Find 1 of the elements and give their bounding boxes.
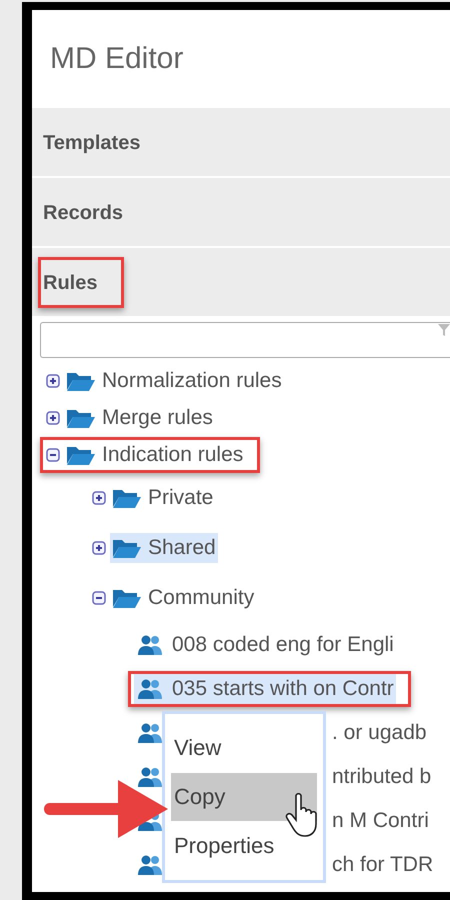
app-title: MD Editor	[49, 41, 184, 77]
